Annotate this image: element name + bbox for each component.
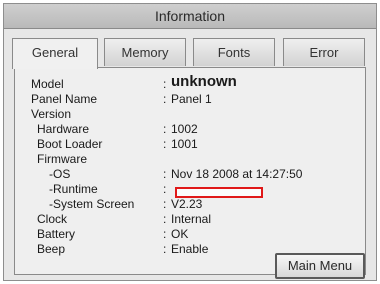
general-panel: Model : unknown Panel Name : Panel 1 Ver…	[14, 67, 366, 279]
colon: :	[163, 242, 167, 256]
tab-error[interactable]: Error	[283, 38, 365, 66]
tab-fonts[interactable]: Fonts	[193, 38, 275, 66]
colon: :	[163, 137, 167, 151]
clock-row: Clock : Internal	[15, 211, 355, 227]
os-value: Nov 18 2008 at 14:27:50	[171, 167, 303, 181]
boot-loader-label: Boot Loader	[37, 137, 103, 151]
hardware-row: Hardware : 1002	[15, 121, 355, 137]
boot-loader-row: Boot Loader : 1001	[15, 136, 355, 152]
battery-label: Battery	[37, 227, 76, 241]
colon: :	[163, 212, 167, 226]
colon: :	[163, 167, 167, 181]
panel-name-row: Panel Name : Panel 1	[15, 91, 355, 107]
runtime-label: -Runtime	[49, 182, 98, 196]
system-screen-label: -System Screen	[49, 197, 135, 211]
system-screen-value: V2.23	[171, 197, 203, 211]
tab-memory[interactable]: Memory	[104, 38, 186, 66]
hardware-value: 1002	[171, 122, 198, 136]
os-label: -OS	[49, 167, 71, 181]
beep-value: Enable	[171, 242, 209, 256]
main-menu-button[interactable]: Main Menu	[275, 253, 365, 279]
firmware-label: Firmware	[37, 152, 87, 166]
clock-label: Clock	[37, 212, 68, 226]
model-row: Model : unknown	[15, 73, 355, 92]
colon: :	[163, 182, 167, 196]
system-screen-row: -System Screen : V2.23	[15, 196, 355, 212]
panel-name-label: Panel Name	[31, 92, 98, 106]
boot-loader-value: 1001	[171, 137, 198, 151]
firmware-row: Firmware	[15, 151, 355, 167]
panel-name-value: Panel 1	[171, 92, 212, 106]
information-window: Information General Memory Fonts Error M…	[3, 3, 377, 281]
colon: :	[163, 197, 167, 211]
colon: :	[163, 92, 167, 106]
model-value: unknown	[171, 73, 237, 90]
beep-label: Beep	[37, 242, 66, 256]
colon: :	[163, 77, 167, 91]
os-row: -OS : Nov 18 2008 at 14:27:50	[15, 166, 355, 182]
version-row: Version	[15, 106, 355, 122]
tab-general[interactable]: General	[12, 38, 98, 69]
hardware-label: Hardware	[37, 122, 90, 136]
model-label: Model	[31, 77, 64, 91]
clock-value: Internal	[171, 212, 212, 226]
battery-value: OK	[171, 227, 189, 241]
version-label: Version	[31, 107, 72, 121]
colon: :	[163, 227, 167, 241]
battery-row: Battery : OK	[15, 226, 355, 242]
window-title: Information	[4, 4, 376, 29]
colon: :	[163, 122, 167, 136]
tab-bar: General Memory Fonts Error	[4, 38, 376, 69]
